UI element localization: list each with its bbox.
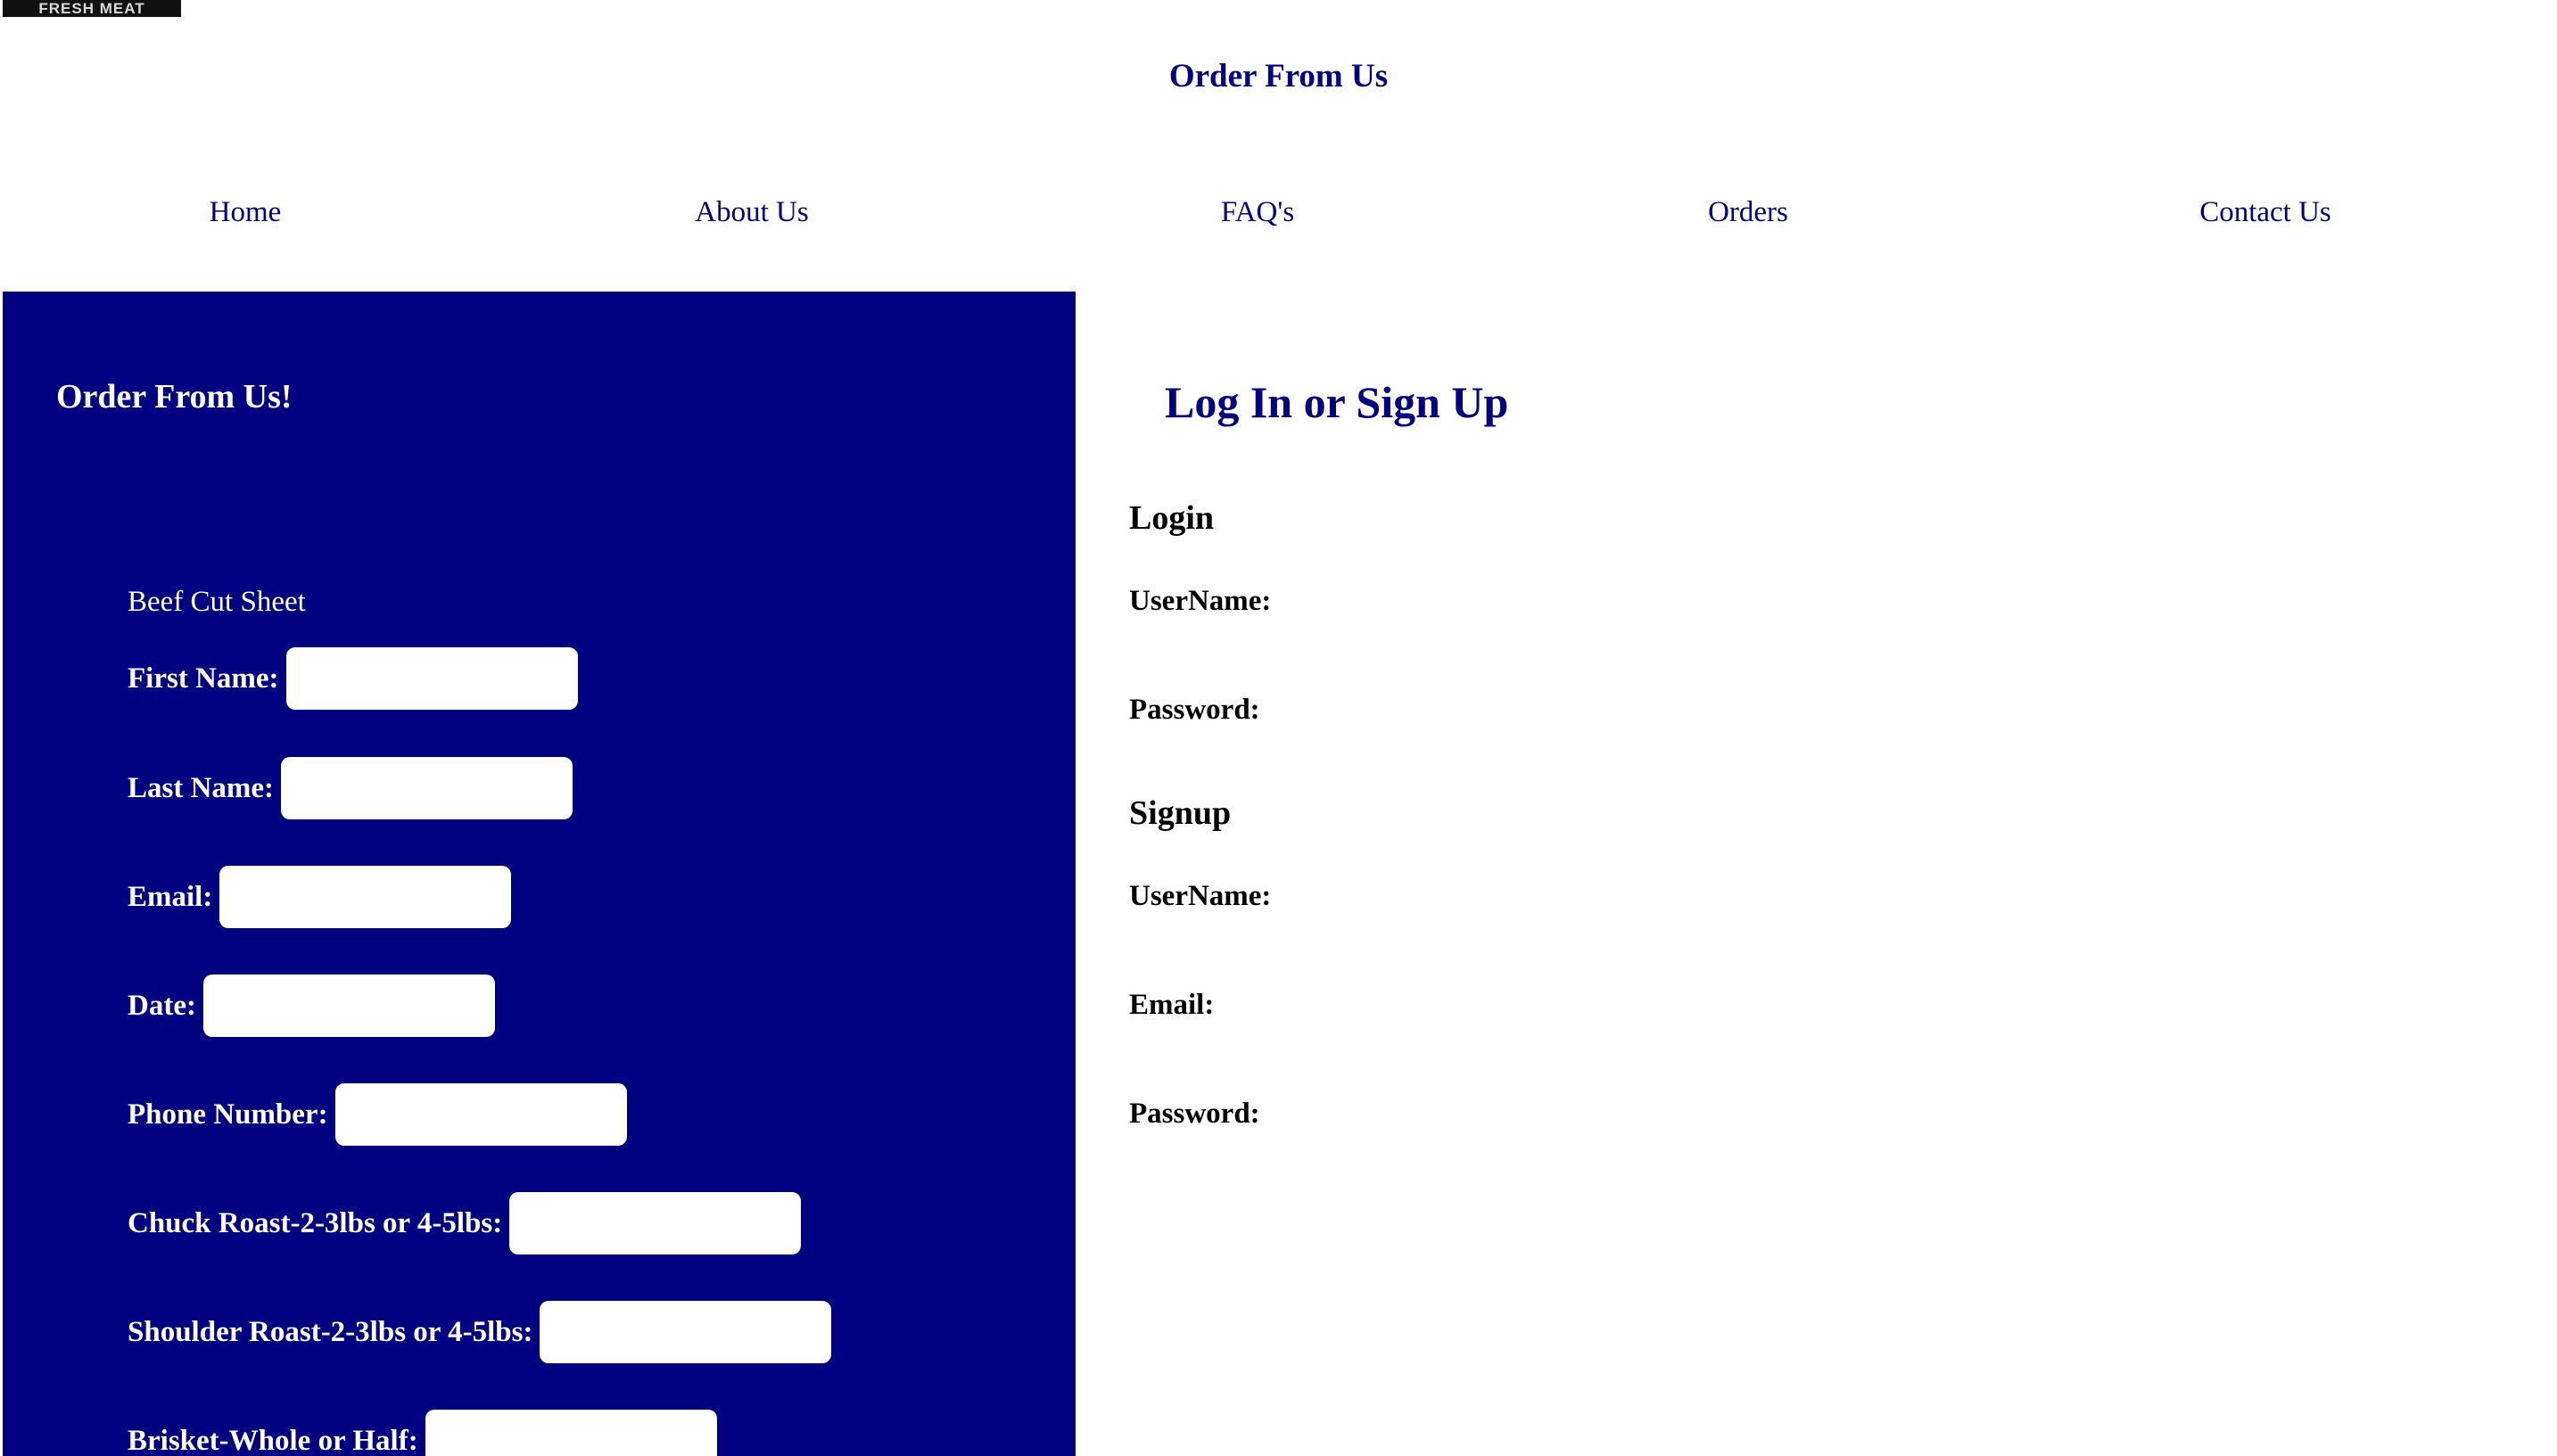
shoulder-roast-input[interactable] [540,1301,832,1363]
last-name-label: Last Name: [128,771,275,804]
signup-email-label: Email: [1129,989,1215,1021]
nav-item-home[interactable]: Home [210,191,282,234]
nav-item-about-us[interactable]: About Us [695,191,808,234]
shoulder-roast-row: Shoulder Roast-2-3lbs or 4-5lbs: [128,1301,832,1363]
auth-section: Log In or Sign Up Login UserName: Passwo… [1076,292,2557,1456]
order-form-panel: Order From Us! Beef Cut Sheet First Name… [3,292,1076,1456]
auth-heading: Log In or Sign Up [1165,377,1509,427]
logo-text: FRESH MEAT [38,0,145,17]
beef-cut-sheet-label: Beef Cut Sheet [128,586,306,618]
first-name-label: First Name: [128,662,279,695]
first-name-row: First Name: [128,647,578,710]
signup-username-label: UserName: [1129,880,1272,912]
last-name-row: Last Name: [128,757,573,819]
login-password-label: Password: [1129,694,1260,726]
main-nav: Home About Us FAQ's Orders Contact Us [0,191,2557,234]
login-username-label: UserName: [1129,585,1272,617]
email-row: Email: [128,866,512,928]
phone-number-label: Phone Number: [128,1098,328,1131]
first-name-input[interactable] [285,647,578,710]
shoulder-roast-label: Shoulder Roast-2-3lbs or 4-5lbs: [128,1315,533,1348]
chuck-roast-input[interactable] [509,1192,802,1254]
date-row: Date: [128,975,495,1037]
signup-password-label: Password: [1129,1098,1260,1130]
order-heading: Order From Us! [56,378,293,415]
date-label: Date: [128,989,196,1022]
email-label: Email: [128,880,213,913]
nav-item-contact-us[interactable]: Contact Us [2199,191,2331,234]
nav-item-orders[interactable]: Orders [1708,191,1788,234]
page-title: Order From Us [1168,58,1389,95]
chuck-roast-label: Chuck Roast-2-3lbs or 4-5lbs: [128,1206,503,1239]
chuck-roast-row: Chuck Roast-2-3lbs or 4-5lbs: [128,1192,802,1254]
signup-heading: Signup [1129,794,1232,832]
phone-number-row: Phone Number: [128,1083,627,1146]
brisket-row: Brisket-Whole or Half: [128,1410,717,1456]
email-input[interactable] [219,866,512,928]
date-input[interactable] [202,975,495,1037]
brisket-input[interactable] [425,1410,717,1456]
fresh-meat-logo: FRESH MEAT [3,0,181,17]
phone-number-input[interactable] [334,1083,627,1146]
nav-item-faqs[interactable]: FAQ's [1221,191,1294,234]
last-name-input[interactable] [281,757,573,819]
page: FRESH MEAT Order From Us Home About Us F… [0,0,2557,1456]
brisket-label: Brisket-Whole or Half: [128,1424,418,1456]
login-heading: Login [1129,499,1215,537]
